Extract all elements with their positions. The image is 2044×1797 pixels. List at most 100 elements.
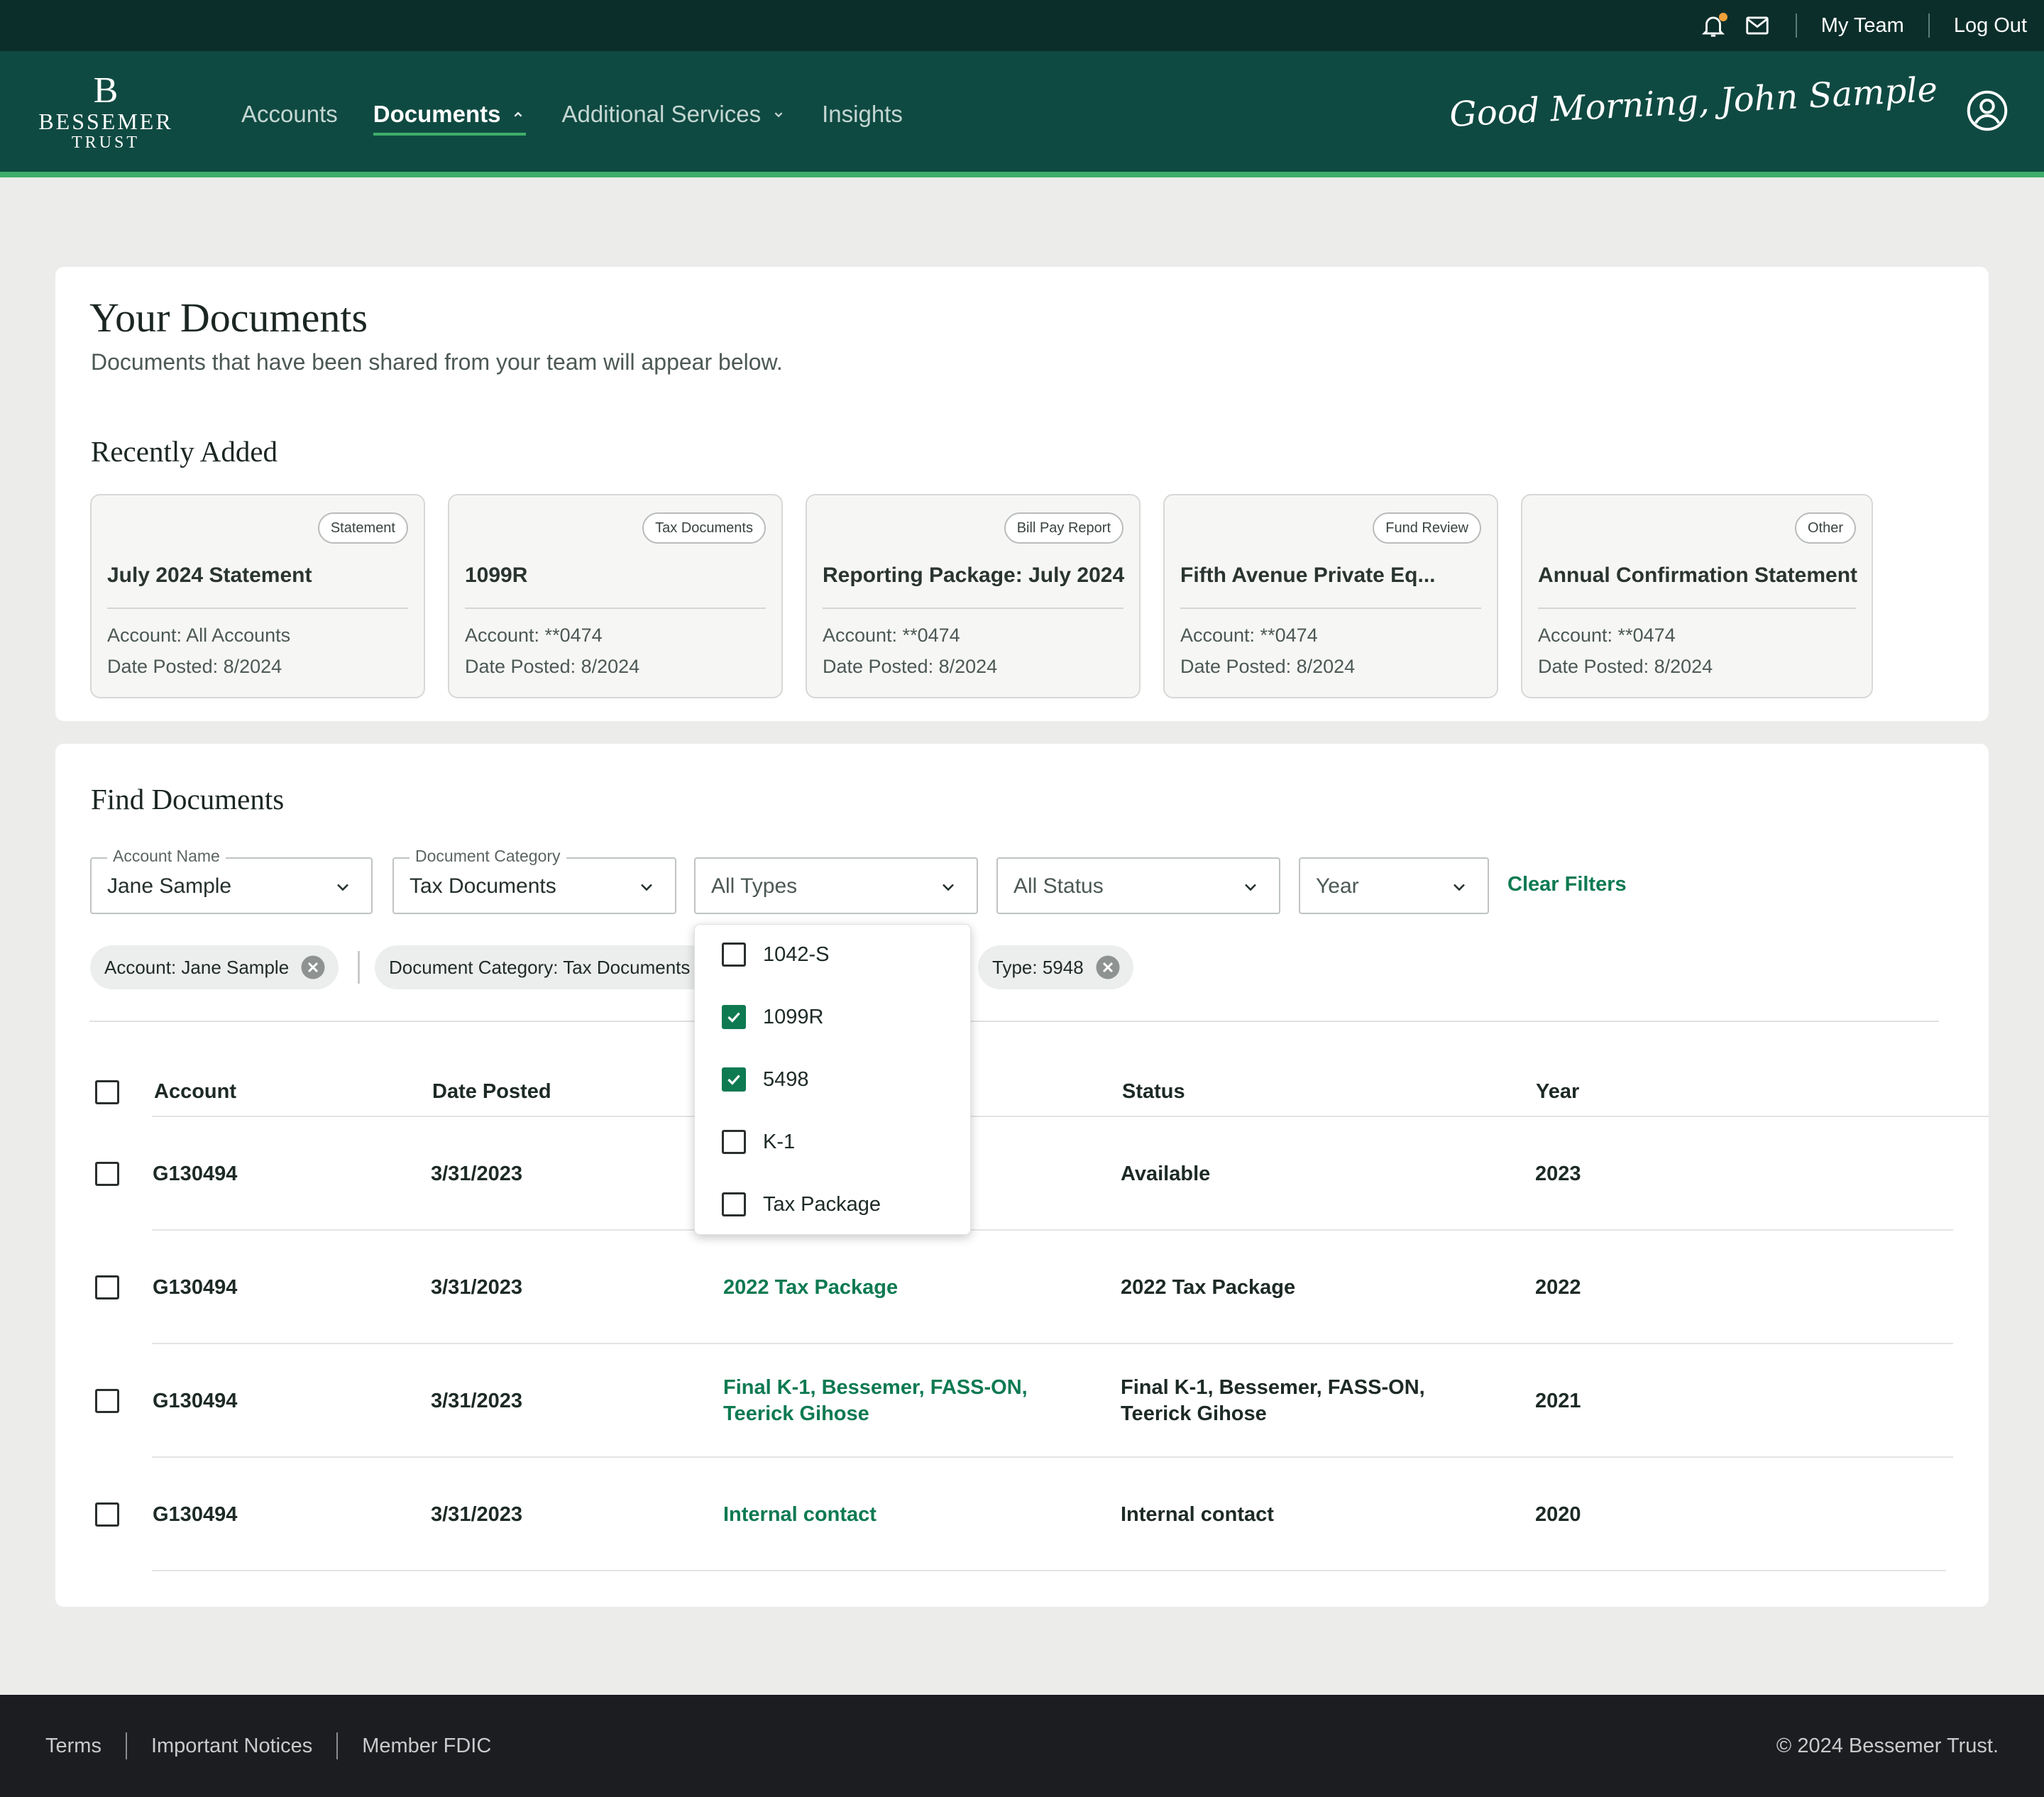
table-row: G130494 3/31/2023 Final K-1, Bessemer, F… xyxy=(55,1344,1989,1458)
cell-year: 2021 xyxy=(1535,1390,1581,1412)
unchecked-checkbox[interactable] xyxy=(722,1130,746,1154)
cell-document-link[interactable]: Internal contact xyxy=(723,1502,877,1528)
profile-icon[interactable] xyxy=(1966,89,2009,132)
row-checkbox[interactable] xyxy=(95,1275,119,1299)
log-out-link[interactable]: Log Out xyxy=(1954,14,2027,38)
nav-documents[interactable]: Documents xyxy=(373,93,527,136)
cell-year: 2022 xyxy=(1535,1276,1581,1299)
cell-document-link[interactable]: Final K-1, Bessemer, FASS-ON, Teerick Gi… xyxy=(723,1375,1057,1427)
row-checkbox[interactable] xyxy=(95,1389,119,1413)
cell-year: 2023 xyxy=(1535,1163,1581,1185)
recent-document-card[interactable]: Bill Pay Report Reporting Package: July … xyxy=(806,494,1141,698)
category-badge: Statement xyxy=(317,512,408,544)
my-team-link[interactable]: My Team xyxy=(1821,14,1904,38)
cell-date: 3/31/2023 xyxy=(431,1503,523,1526)
card-account: Account: **0474 xyxy=(465,625,603,646)
cell-date: 3/31/2023 xyxy=(431,1163,523,1185)
cell-account: G130494 xyxy=(153,1390,238,1412)
chevron-down-icon xyxy=(774,112,783,118)
cell-status: Final K-1, Bessemer, FASS-ON, Teerick Gi… xyxy=(1121,1376,1425,1425)
footer-separator xyxy=(336,1732,339,1759)
remove-chip-icon[interactable] xyxy=(300,955,326,980)
select-all-checkbox[interactable] xyxy=(95,1080,119,1104)
status-select[interactable]: All Status xyxy=(996,857,1280,914)
card-date: Date Posted: 8/2024 xyxy=(465,656,640,677)
chevron-down-icon xyxy=(943,884,954,891)
footer-links: Terms Important Notices Member FDIC xyxy=(45,1695,491,1797)
recent-document-card[interactable]: Tax Documents 1099R Account: **0474 Date… xyxy=(448,494,783,698)
row-checkbox[interactable] xyxy=(95,1502,119,1527)
footer-link-member-fdic[interactable]: Member FDIC xyxy=(362,1735,491,1758)
type-option[interactable]: Tax Package xyxy=(722,1190,881,1219)
recent-document-card[interactable]: Statement July 2024 Statement Account: A… xyxy=(90,494,425,698)
copyright: © 2024 Bessemer Trust. xyxy=(1776,1734,1999,1757)
nav-additional-services[interactable]: Additional Services xyxy=(561,93,786,136)
cell-status: Available xyxy=(1121,1163,1211,1185)
bell-icon[interactable] xyxy=(1699,11,1727,40)
cell-date: 3/31/2023 xyxy=(431,1276,523,1299)
recent-document-card[interactable]: Other Annual Confirmation Statement Acco… xyxy=(1521,494,1873,698)
card-title: July 2024 Statement xyxy=(107,564,312,587)
checkmark-icon xyxy=(727,1012,740,1023)
chevron-down-icon xyxy=(1245,884,1256,891)
mail-icon[interactable] xyxy=(1743,11,1771,40)
footer: Terms Important Notices Member FDIC © 20… xyxy=(0,1695,2044,1797)
remove-chip-icon[interactable] xyxy=(1095,955,1121,980)
type-option[interactable]: K-1 xyxy=(722,1128,795,1156)
row-checkbox[interactable] xyxy=(95,1162,119,1186)
unchecked-checkbox[interactable] xyxy=(722,943,746,967)
type-option[interactable]: 1042-S xyxy=(722,940,830,969)
category-badge: Bill Pay Report xyxy=(1004,512,1123,544)
bessemer-logo[interactable]: B BESSEMER TRUST xyxy=(31,70,180,153)
column-header-year[interactable]: Year xyxy=(1536,1080,1579,1104)
type-option[interactable]: 5498 xyxy=(722,1065,809,1094)
footer-link-terms[interactable]: Terms xyxy=(45,1735,101,1758)
logo-subname: TRUST xyxy=(71,133,140,152)
column-header-account[interactable]: Account xyxy=(154,1080,236,1104)
recent-document-card[interactable]: Fund Review Fifth Avenue Private Eq... A… xyxy=(1163,494,1498,698)
utility-bar: My Team Log Out xyxy=(0,0,2044,51)
nav-accounts[interactable]: Accounts xyxy=(241,93,338,136)
chip-label: Account: Jane Sample xyxy=(104,956,290,978)
card-divider xyxy=(107,608,408,609)
nav-label: Accounts xyxy=(241,101,338,127)
your-documents-panel: Your Documents Documents that have been … xyxy=(55,267,1989,721)
card-date: Date Posted: 8/2024 xyxy=(823,656,998,677)
filter-value: Tax Documents xyxy=(410,874,556,898)
filter-chip: Account: Jane Sample xyxy=(90,945,339,989)
nav-label: Documents xyxy=(373,101,501,127)
year-select[interactable]: Year xyxy=(1299,857,1489,914)
column-header-status[interactable]: Status xyxy=(1122,1080,1185,1104)
recently-added-title: Recently Added xyxy=(91,435,278,468)
nav-insights[interactable]: Insights xyxy=(822,93,903,136)
card-title: Annual Confirmation Statement xyxy=(1538,564,1858,587)
document-type-select[interactable]: All Types xyxy=(694,857,978,914)
filter-legend: Document Category xyxy=(410,847,566,866)
unchecked-checkbox[interactable] xyxy=(722,1192,746,1216)
document-category-select[interactable]: Document Category Tax Documents xyxy=(392,847,676,914)
cell-document-link[interactable]: 2022 Tax Package xyxy=(723,1275,898,1301)
chevron-down-icon xyxy=(337,884,348,891)
account-name-select[interactable]: Account Name Jane Sample xyxy=(90,847,373,914)
category-badge: Fund Review xyxy=(1373,512,1481,544)
card-divider xyxy=(1538,608,1856,609)
card-divider xyxy=(465,608,766,609)
card-date: Date Posted: 8/2024 xyxy=(1180,656,1356,677)
main-header: B BESSEMER TRUST Accounts Documents Addi… xyxy=(0,51,2044,177)
footer-link-important-notices[interactable]: Important Notices xyxy=(151,1735,312,1758)
card-account: Account: All Accounts xyxy=(107,625,291,646)
logo-name: BESSEMER xyxy=(38,109,173,134)
chip-separator xyxy=(358,951,360,984)
checked-checkbox[interactable] xyxy=(722,1005,746,1029)
cell-date: 3/31/2023 xyxy=(431,1390,523,1412)
type-option[interactable]: 1099R xyxy=(722,1003,823,1031)
card-date: Date Posted: 8/2024 xyxy=(1538,656,1713,677)
logo-mark: B xyxy=(93,70,119,111)
cell-account: G130494 xyxy=(153,1163,238,1185)
filter-chip: Type: 5948 xyxy=(978,945,1133,989)
column-header-date-posted[interactable]: Date Posted xyxy=(432,1080,551,1104)
main-nav: Accounts Documents Additional Services I… xyxy=(241,51,938,177)
checkmark-icon xyxy=(727,1075,740,1085)
checked-checkbox[interactable] xyxy=(722,1067,746,1092)
clear-filters-button[interactable]: Clear Filters xyxy=(1507,873,1627,896)
